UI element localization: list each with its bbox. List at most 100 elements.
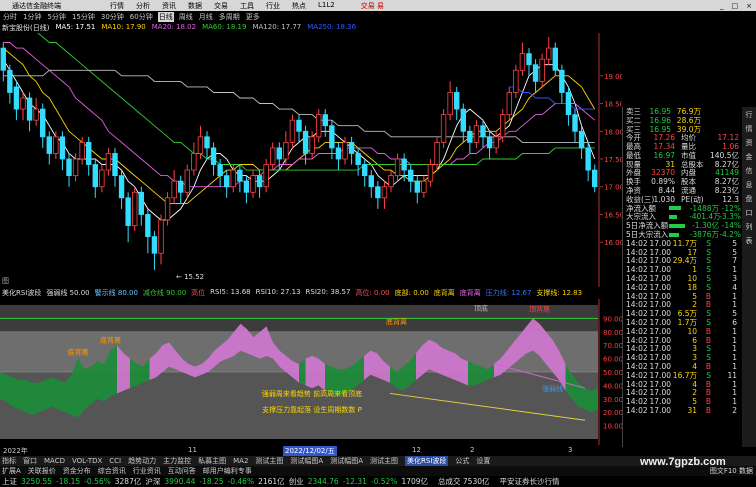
indicator-tab-6[interactable]: 主力监控: [163, 456, 191, 466]
indicator-label-5: RSI5: 13.68: [210, 288, 251, 296]
index-change: -18.25: [199, 477, 224, 486]
rsi-band-segment: [585, 388, 592, 413]
maximize-icon[interactable]: □: [732, 2, 739, 10]
trade-button[interactable]: 交易 易: [361, 1, 384, 11]
tick-count: 1: [732, 335, 737, 345]
menu-item[interactable]: L1L2: [318, 1, 335, 11]
candle: [13, 81, 20, 121]
site-watermark: www.7gpzb.com: [640, 456, 726, 468]
candle: [289, 114, 296, 148]
indicator-tab-15[interactable]: 设置: [476, 456, 490, 466]
period-8[interactable]: 月线: [198, 12, 214, 22]
tick-price: 17.00: [649, 379, 671, 389]
candle-body: [72, 158, 79, 177]
sidebar-item[interactable]: 列: [746, 222, 753, 232]
menu-item[interactable]: 行情: [110, 1, 124, 11]
indicator-tab-12[interactable]: 测试主图: [370, 456, 398, 466]
indicator-tab-2[interactable]: MACD: [44, 457, 65, 465]
candle: [421, 175, 427, 198]
candle: [592, 164, 598, 193]
indicator-tab-3[interactable]: VOL-TDX: [72, 457, 102, 465]
candle: [263, 159, 269, 193]
sidebar-item[interactable]: 息: [746, 180, 753, 190]
sidebar-item[interactable]: 信: [746, 166, 753, 176]
indicator-tab-0[interactable]: 指标: [2, 456, 16, 466]
tick-price: 17.00: [649, 300, 671, 310]
menu-item[interactable]: 热点: [292, 1, 306, 11]
extension-tab-2[interactable]: 资金分布: [63, 466, 91, 476]
candle: [158, 214, 164, 265]
tick-price: 17.00: [649, 362, 671, 372]
candle-body: [408, 169, 414, 182]
menu-item[interactable]: 交易: [214, 1, 228, 11]
menu-item[interactable]: 数据: [188, 1, 202, 11]
price-tick-label: 17.00: [604, 184, 622, 192]
stat-value: 17.34: [653, 142, 675, 152]
candle-body: [486, 136, 493, 149]
candle-body: [178, 180, 184, 193]
period-7[interactable]: 周线: [178, 12, 194, 22]
indicator-tab-8[interactable]: MA2: [233, 457, 248, 465]
tick-side: B: [705, 362, 711, 372]
menu-item[interactable]: 资讯: [162, 1, 176, 11]
index-amount: 2161亿: [258, 477, 285, 486]
period-4[interactable]: 30分钟: [100, 12, 125, 22]
indicator-tab-7[interactable]: 私募主图: [198, 456, 226, 466]
period-5[interactable]: 60分钟: [129, 12, 154, 22]
rsi-indicator-chart[interactable]: 底背离底背离底背离顶背离强弱线顶底强弱周来看趋势 前高周来看顶底支撑压力靠起落 …: [0, 299, 622, 445]
rsi-annotation: 底背离: [68, 348, 89, 357]
indicator-tab-13[interactable]: 美化RSI波段: [405, 456, 449, 466]
extension-tab-4[interactable]: 行业资讯: [133, 466, 161, 476]
sidebar-item[interactable]: 表: [746, 236, 753, 246]
candle-body: [388, 175, 394, 188]
period-9[interactable]: 多周期: [218, 12, 241, 22]
index-percent: -0.56%: [84, 477, 111, 486]
indicator-tab-4[interactable]: CCI: [109, 457, 121, 465]
rsi-band-segment: [123, 353, 130, 391]
rsi-tick-label: 10.00: [603, 423, 622, 431]
candle: [112, 147, 118, 187]
indicator-tab-14[interactable]: 公式: [455, 456, 469, 466]
sidebar-item[interactable]: 情: [746, 124, 753, 134]
tick-row: 14:02 17.00 31 B 2: [623, 406, 742, 415]
candle: [40, 103, 46, 148]
indicator-tab-9[interactable]: 测试主图: [255, 456, 283, 466]
close-icon[interactable]: ×: [746, 2, 752, 10]
period-10[interactable]: 更多: [245, 12, 261, 22]
tick-volume: 6: [692, 335, 697, 345]
menu-item[interactable]: 分析: [136, 1, 150, 11]
sidebar-item[interactable]: 盘: [746, 194, 753, 204]
rsi-tick-label: 50.00: [603, 369, 622, 377]
extension-tab-3[interactable]: 综合资讯: [98, 466, 126, 476]
sidebar-item[interactable]: 口: [746, 208, 753, 218]
extension-tab-1[interactable]: 关联报价: [28, 466, 56, 476]
indicator-tab-11[interactable]: 测试幅图A: [330, 456, 363, 466]
extension-tab-5[interactable]: 互动问答: [168, 466, 196, 476]
period-6[interactable]: 日线: [157, 11, 174, 22]
indicator-tab-5[interactable]: 趋势动力: [128, 456, 156, 466]
fund-flow-bar: [669, 214, 689, 219]
date-axis: 2022年 11 2022/12/02/五 12 2 3: [0, 446, 622, 456]
period-3[interactable]: 15分钟: [71, 12, 96, 22]
sidebar-item[interactable]: 行: [746, 110, 753, 120]
candle-body: [546, 47, 552, 60]
candle-body: [197, 136, 204, 154]
candle-body: [329, 125, 335, 149]
index-change: -12.31: [342, 477, 367, 486]
period-2[interactable]: 5分钟: [46, 12, 66, 22]
indicator-tab-10[interactable]: 测试幅图A: [290, 456, 323, 466]
extension-tab-6[interactable]: 邮用户编利专事: [203, 466, 252, 476]
extension-tab-0[interactable]: 扩展A: [2, 466, 21, 476]
period-0[interactable]: 分时: [2, 12, 18, 22]
index-percent: -0.46%: [227, 477, 255, 486]
candle-body: [26, 97, 33, 121]
period-1[interactable]: 1分钟: [22, 12, 42, 22]
indicator-tab-1[interactable]: 窗口: [23, 456, 37, 466]
menu-item[interactable]: 工具: [240, 1, 254, 11]
menu-item[interactable]: 行业: [266, 1, 280, 11]
sidebar-item[interactable]: 资: [746, 138, 753, 148]
minimize-icon[interactable]: _: [720, 2, 724, 10]
kline-chart[interactable]: 19.00 18.50 18.00 17.50 17.00 16.50 16.00 图: [0, 33, 622, 287]
sidebar-item[interactable]: 金: [746, 152, 753, 162]
candle-body: [421, 180, 427, 193]
